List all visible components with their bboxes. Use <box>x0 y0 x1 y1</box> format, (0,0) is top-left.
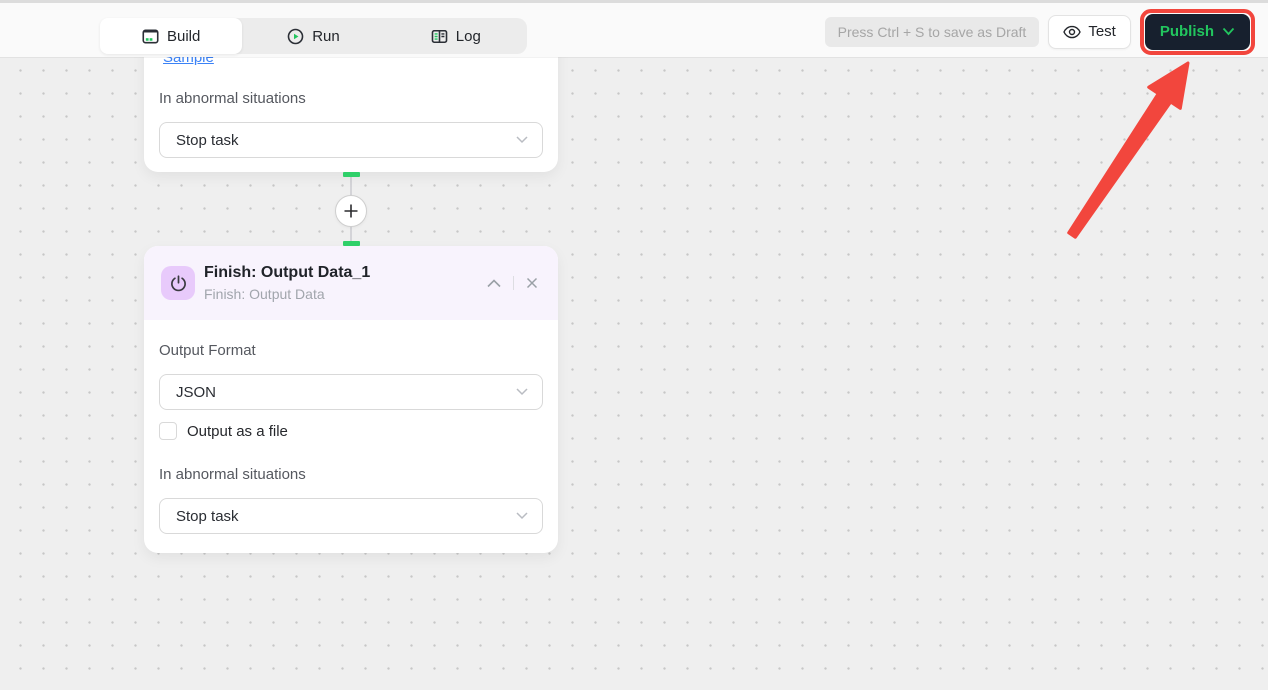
chevron-down-icon <box>516 388 528 396</box>
output-as-file-checkbox[interactable] <box>159 422 177 440</box>
annotation-arrow <box>1067 61 1190 239</box>
test-button[interactable]: Test <box>1048 14 1131 49</box>
power-icon <box>170 274 186 291</box>
top-toolbar: Build Run Log Press Ctrl + S to save as … <box>0 0 1268 57</box>
node-title: Finish: Output Data_1 <box>204 264 371 281</box>
save-draft-hint: Press Ctrl + S to save as Draft <box>824 16 1040 47</box>
node-badge <box>161 266 195 300</box>
output-format-label: Output Format <box>159 342 256 359</box>
output-as-file-option[interactable]: Output as a file <box>159 422 288 440</box>
dropdown-value: JSON <box>176 383 217 401</box>
tab-label: Run <box>312 27 340 45</box>
test-label: Test <box>1088 23 1116 40</box>
view-tab-group: Build Run Log <box>100 18 527 54</box>
dropdown-value: Stop task <box>176 507 239 525</box>
connector-port-top <box>343 172 360 177</box>
connector-port-bottom <box>343 241 360 246</box>
abnormal-situations-label: In abnormal situations <box>159 90 306 107</box>
chevron-up-icon <box>487 278 501 287</box>
workflow-node-finish: Finish: Output Data_1 Finish: Output Dat… <box>144 246 558 553</box>
abnormal-situations-dropdown[interactable]: Stop task <box>159 498 543 534</box>
abnormal-situations-label: In abnormal situations <box>159 466 306 483</box>
run-icon <box>287 28 304 44</box>
plus-icon <box>344 204 358 218</box>
output-format-dropdown[interactable]: JSON <box>159 374 543 410</box>
chevron-down-icon <box>516 512 528 520</box>
publish-button[interactable]: Publish <box>1144 13 1250 50</box>
build-icon <box>142 29 159 43</box>
node-subtitle: Finish: Output Data <box>204 286 325 302</box>
dropdown-value: Stop task <box>176 131 239 149</box>
add-node-button[interactable] <box>335 195 367 227</box>
publish-label: Publish <box>1159 23 1214 40</box>
chevron-down-icon <box>516 136 528 144</box>
eye-icon <box>1063 25 1082 38</box>
node-header[interactable]: Finish: Output Data_1 Finish: Output Dat… <box>144 246 558 320</box>
tab-build[interactable]: Build <box>100 18 243 54</box>
abnormal-situations-dropdown[interactable]: Stop task <box>159 122 543 158</box>
tab-run[interactable]: Run <box>242 18 384 54</box>
tab-label: Build <box>166 27 201 45</box>
close-node-button[interactable] <box>524 275 540 291</box>
output-as-file-label: Output as a file <box>187 422 288 440</box>
chevron-down-icon <box>1222 27 1235 36</box>
header-divider <box>513 276 514 290</box>
tab-log[interactable]: Log <box>385 18 527 54</box>
log-icon <box>431 29 448 43</box>
tab-label: Log <box>455 27 481 45</box>
collapse-node-button[interactable] <box>485 277 503 290</box>
annotation-highlight-box: Publish <box>1139 8 1255 55</box>
close-icon <box>526 277 538 289</box>
